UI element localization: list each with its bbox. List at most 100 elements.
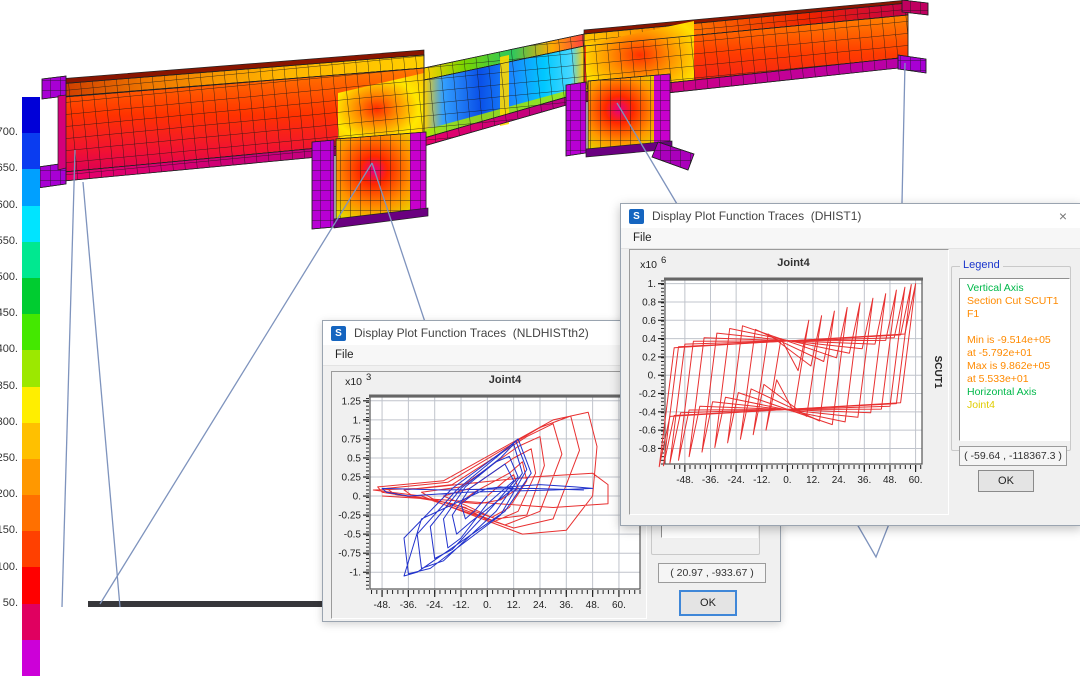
x-axis-tick-label: -36. [400, 600, 417, 611]
y-axis-tick-label: 0.75 [342, 434, 362, 445]
contour-scale-label: 700. [0, 126, 18, 138]
contour-scale-label: 350. [0, 380, 18, 392]
contour-band [22, 423, 40, 459]
y-axis-tick-label: -0.4 [639, 407, 657, 418]
contour-band [22, 640, 40, 676]
y-axis-tick-label: 0.2 [642, 352, 656, 363]
dialog-title: Display Plot Function Traces (NLDHISTth2… [354, 326, 589, 340]
contour-scale-label: 150. [0, 524, 18, 536]
contour-band [22, 133, 40, 169]
contour-band [22, 495, 40, 531]
x-axis-tick-label: -48. [373, 600, 390, 611]
x-axis-tick-label: -12. [753, 475, 770, 486]
contour-color-bar [22, 97, 40, 676]
x-axis-tick-label: 60. [909, 475, 923, 486]
legend-entry: at -5.792e+01 [967, 347, 1069, 360]
contour-band [22, 206, 40, 242]
column-stub-1 [312, 132, 428, 229]
plot-title: Joint4 [777, 257, 810, 269]
menubar: File [621, 228, 1080, 249]
y-axis-tick-label: 0. [648, 371, 656, 382]
legend-entry: Section Cut SCUT1 [967, 295, 1069, 308]
steel-beam-mesh [38, 0, 928, 188]
x-axis-tick-label: 24. [832, 475, 846, 486]
contour-band [22, 531, 40, 567]
plot-panel-dhist1: -48.-36.-24.-12.0.12.24.36.48.60.1.0.80.… [629, 249, 949, 515]
axis-scale-exponent: 6 [661, 255, 666, 266]
contour-scale-label: 550. [0, 235, 18, 247]
contour-band [22, 97, 40, 133]
sap2000-app-icon: S [331, 326, 346, 341]
contour-band [22, 567, 40, 603]
contour-scale-label: 100. [0, 561, 18, 573]
axis-scale-label: x10 [345, 376, 362, 388]
contour-band [22, 242, 40, 278]
ok-button[interactable]: OK [679, 590, 737, 616]
axis-scale-exponent: 3 [366, 372, 371, 383]
menu-file[interactable]: File [323, 349, 366, 361]
x-axis-tick-label: 12. [806, 475, 820, 486]
dialog-dhist1[interactable]: S Display Plot Function Traces (DHIST1) … [620, 203, 1080, 526]
contour-scale-label: 400. [0, 343, 18, 355]
sap2000-app-icon: S [629, 209, 644, 224]
contour-scale-label: 600. [0, 199, 18, 211]
y-axis-tick-label: 1. [648, 279, 656, 290]
dialog-title: Display Plot Function Traces (DHIST1) [652, 209, 861, 223]
coordinate-readout: ( -59.64 , -118367.3 ) [959, 446, 1067, 466]
x-axis-tick-label: 0. [483, 600, 491, 611]
y-axis-tick-label: -0.5 [344, 530, 362, 541]
x-axis-tick-label: 12. [507, 600, 521, 611]
hysteresis-plot-dhist1[interactable]: -48.-36.-24.-12.0.12.24.36.48.60.1.0.80.… [630, 250, 948, 514]
hysteresis-plot-nldhistth2[interactable]: -48.-36.-24.-12.0.12.24.36.48.60.1.251.0… [332, 372, 646, 618]
legend-entry: Min is -9.514e+05 [967, 334, 1069, 347]
y-axis-tick-label: 1.25 [342, 396, 362, 407]
legend-entry: Vertical Axis [967, 282, 1069, 295]
contour-band [22, 314, 40, 350]
column-stub-2 [566, 74, 694, 170]
y-axis-tick-label: 0.5 [347, 453, 361, 464]
legend-title: Legend [960, 259, 1003, 271]
ok-button[interactable]: OK [978, 470, 1034, 492]
contour-scale-label: 200. [0, 488, 18, 500]
y-axis-tick-label: -0.75 [338, 549, 361, 560]
legend-listbox-dhist1[interactable]: Vertical AxisSection Cut SCUT1F1 Min is … [959, 278, 1070, 441]
sap2000-workspace: { "contour_legend": { "values": ["700.",… [0, 0, 1080, 607]
y-axis-tick-label: 0.6 [642, 316, 656, 327]
y-axis-tick-label: -0.25 [338, 511, 361, 522]
y-axis-tick-label: 1. [353, 415, 361, 426]
legend-entry: Max is 9.862e+05 [967, 360, 1069, 373]
x-axis-tick-label: 24. [533, 600, 547, 611]
x-axis-tick-label: 36. [857, 475, 871, 486]
titlebar-dhist1[interactable]: S Display Plot Function Traces (DHIST1) … [621, 204, 1080, 228]
close-icon[interactable]: × [1055, 208, 1071, 224]
background-window-edge [88, 601, 330, 607]
legend-groupbox-dhist1: Legend Vertical AxisSection Cut SCUT1F1 … [951, 266, 1071, 451]
x-axis-tick-label: 60. [612, 600, 626, 611]
contour-scale-label: 250. [0, 452, 18, 464]
menu-file[interactable]: File [621, 232, 664, 244]
y-axis-tick-label: 0.4 [642, 334, 656, 345]
contour-scale-label: 450. [0, 307, 18, 319]
legend-entry: at 5.533e+01 [967, 373, 1069, 386]
contour-scale-label: 500. [0, 271, 18, 283]
plot-panel-nldhistth2: -48.-36.-24.-12.0.12.24.36.48.60.1.251.0… [331, 371, 647, 619]
legend-entry: F1 [967, 308, 1069, 321]
stress-contour-scale: 700. 650. 600. 550. 500. 450. 400. 350. 300. 250.… [0, 0, 60, 607]
x-axis-tick-label: 36. [559, 600, 573, 611]
y-axis-tick-label: 0.8 [642, 297, 656, 308]
y-axis-tick-label: 0. [353, 492, 361, 503]
y-axis-tick-label: -0.2 [639, 389, 657, 400]
right-axis-label: SCUT1 [932, 356, 943, 389]
contour-band [22, 350, 40, 386]
legend-entry: Joint4 [967, 399, 1069, 412]
contour-band [22, 278, 40, 314]
contour-scale-label: 300. [0, 416, 18, 428]
contour-band [22, 169, 40, 205]
contour-band [22, 387, 40, 423]
x-axis-tick-label: -48. [676, 475, 693, 486]
x-axis-tick-label: -36. [702, 475, 719, 486]
contour-scale-label: 650. [0, 162, 18, 174]
x-axis-tick-label: 48. [586, 600, 600, 611]
axis-scale-label: x10 [640, 259, 657, 271]
x-axis-tick-label: 48. [883, 475, 897, 486]
